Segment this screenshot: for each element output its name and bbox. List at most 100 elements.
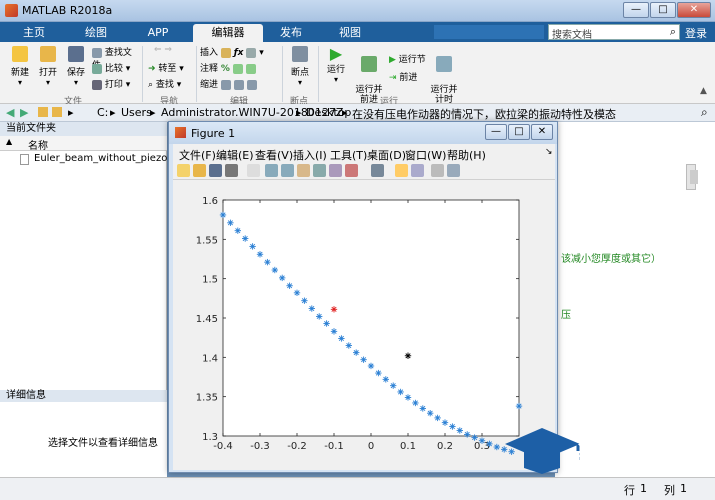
ribbon-toolstrip: 新建▾ 打开▾ 保存▾ 查找文件 比较 ▾ 打印 ▾ 文件 ⇐ ⇒ ➜ 转至 ▾… <box>0 42 715 107</box>
minimize-button[interactable]: — <box>623 2 649 18</box>
search-box[interactable]: 搜索文档 ⌕ <box>548 24 680 41</box>
menu-desktop[interactable]: 桌面(D) <box>367 147 406 163</box>
brush-icon[interactable] <box>345 164 358 177</box>
collapse-ribbon-icon[interactable]: ▲ <box>700 86 707 96</box>
print-icon <box>92 79 102 90</box>
open-button[interactable]: 打开 ▾ <box>36 46 60 88</box>
open-file-icon[interactable] <box>193 164 206 177</box>
tab-publish[interactable]: 发布 <box>263 24 319 42</box>
path-segment[interactable]: Users <box>121 106 152 119</box>
tab-plots[interactable]: 绘图 <box>68 24 124 42</box>
figure-canvas[interactable]: -0.4 -0.3 -0.2 -0.1 0 0.1 0.2 0.3 1.3 1.35 1.4 1.45… <box>173 180 555 470</box>
wrap-comments-icon[interactable] <box>232 63 243 74</box>
path-segment[interactable]: 在没有压电作动器的情况下，欧拉梁的振动特性及模态 <box>352 106 616 122</box>
group-separator <box>282 46 283 102</box>
comment-button[interactable]: 注释 % <box>200 61 280 74</box>
menu-help[interactable]: 帮助(H) <box>447 147 486 163</box>
menu-view[interactable]: 查看(V) <box>255 147 293 163</box>
insert-button[interactable]: 插入 ƒx ▾ <box>200 45 280 58</box>
name-column-header[interactable]: 名称 ▲ <box>0 136 167 152</box>
smart-indent-icon[interactable] <box>220 79 231 90</box>
search-input[interactable]: 搜索文档 <box>552 26 592 41</box>
address-bar[interactable]: ◀ ▶ ▸ C: ▸ Users ▸ Administrator.WIN7U-2… <box>0 104 715 122</box>
new-figure-icon[interactable] <box>177 164 190 177</box>
data-point <box>464 431 471 438</box>
breakpoints-button[interactable]: 断点 ▾ <box>287 46 313 88</box>
tab-view[interactable]: 视图 <box>322 24 378 42</box>
find-button[interactable]: ⌕ 查找 ▾ <box>148 77 192 90</box>
tab-home[interactable]: 主页 <box>8 24 60 42</box>
browse-folder-icon[interactable] <box>52 107 62 117</box>
close-button[interactable]: ✕ <box>677 2 711 18</box>
goto-icon: ➜ <box>148 64 156 74</box>
plot-svg[interactable]: -0.4 -0.3 -0.2 -0.1 0 0.1 0.2 0.31.31.351.41.45… <box>173 180 555 470</box>
indent-button[interactable]: 缩进 <box>200 77 280 90</box>
new-button[interactable]: 新建 ▾ <box>8 46 32 88</box>
print-figure-icon[interactable] <box>225 164 238 177</box>
percent-icon[interactable]: % <box>221 64 230 74</box>
run-button[interactable]: ▶ 运行 ▾ <box>324 46 348 85</box>
y-tick-label: 1.35 <box>196 393 218 404</box>
search-folder-icon[interactable]: ⌕ <box>701 105 708 120</box>
insert-colorbar-icon[interactable] <box>395 164 408 177</box>
tab-apps[interactable]: APP <box>130 24 186 42</box>
save-figure-icon[interactable] <box>209 164 222 177</box>
back-forward-buttons[interactable]: ⇐ ⇒ <box>148 45 178 55</box>
dock-icon[interactable]: ↘ <box>545 147 553 157</box>
pointer-icon[interactable] <box>247 164 260 177</box>
data-point <box>456 427 463 434</box>
zoom-out-icon[interactable] <box>281 164 294 177</box>
run-advance-icon <box>361 56 377 72</box>
menu-edit[interactable]: 编辑(E) <box>216 147 254 163</box>
run-and-time-button[interactable]: 运行并 计时 <box>430 46 458 105</box>
goto-button[interactable]: ➜ 转至 ▾ <box>148 61 192 74</box>
insert-section-icon <box>220 47 231 58</box>
list-item[interactable]: Euler_beam_without_piezo.m <box>6 153 180 167</box>
path-segment[interactable]: C: <box>97 106 108 119</box>
figure-close-button[interactable]: ✕ <box>531 124 553 140</box>
zoom-in-icon[interactable] <box>265 164 278 177</box>
folder-drop-icon[interactable]: ▸ <box>68 106 74 119</box>
editor-vertical-scrollbar[interactable] <box>690 170 698 184</box>
menu-tools[interactable]: 工具(T) <box>330 147 367 163</box>
rotate-icon[interactable] <box>313 164 326 177</box>
insert-legend-icon[interactable] <box>411 164 424 177</box>
run-section-button[interactable]: ▶ 运行节 <box>389 52 429 65</box>
maximize-button[interactable]: □ <box>650 2 676 18</box>
uncomment-icon[interactable] <box>245 63 256 74</box>
compare-button[interactable]: 比较 ▾ <box>92 61 140 74</box>
link-plot-icon[interactable] <box>371 164 384 177</box>
insert-menu-icon[interactable] <box>246 47 257 58</box>
show-plot-tools-icon[interactable] <box>447 164 460 177</box>
menu-window[interactable]: 窗口(W) <box>405 147 446 163</box>
x-tick-label: -0.2 <box>287 441 307 452</box>
save-button[interactable]: 保存 ▾ <box>64 46 88 88</box>
menu-file[interactable]: 文件(F) <box>179 147 216 163</box>
data-cursor-icon[interactable] <box>329 164 342 177</box>
figure-logo-icon <box>175 127 186 138</box>
fx-icon[interactable]: ƒx <box>234 48 244 58</box>
figure-maximize-button[interactable]: □ <box>508 124 530 140</box>
run-section-icon: ▶ <box>389 55 396 65</box>
status-bar: 行 1 列 1 <box>0 477 715 500</box>
search-icon[interactable]: ⌕ <box>670 25 676 39</box>
window-title: MATLAB R2018a <box>22 4 113 17</box>
tab-editor[interactable]: 编辑器 <box>193 24 263 42</box>
increase-indent-icon[interactable] <box>233 79 244 90</box>
group-separator <box>318 46 319 102</box>
x-tick-label: 0.1 <box>400 441 416 452</box>
sign-in-link[interactable]: 登录 <box>685 25 707 41</box>
advance-button[interactable]: ⇥ 前进 <box>389 70 429 83</box>
figure-title-bar[interactable]: Figure 1 — □ ✕ <box>169 122 557 144</box>
hide-plot-tools-icon[interactable] <box>431 164 444 177</box>
forward-icon[interactable]: ▶ <box>20 106 28 119</box>
back-icon[interactable]: ◀ <box>6 106 14 119</box>
figure-title: Figure 1 <box>191 127 236 140</box>
menu-insert[interactable]: 插入(I) <box>293 147 327 163</box>
figure-minimize-button[interactable]: — <box>485 124 507 140</box>
up-folder-icon[interactable] <box>38 107 48 117</box>
decrease-indent-icon[interactable] <box>246 79 257 90</box>
pan-icon[interactable] <box>297 164 310 177</box>
print-button[interactable]: 打印 ▾ <box>92 77 140 90</box>
file-name: Euler_beam_without_piezo.m <box>34 153 181 164</box>
